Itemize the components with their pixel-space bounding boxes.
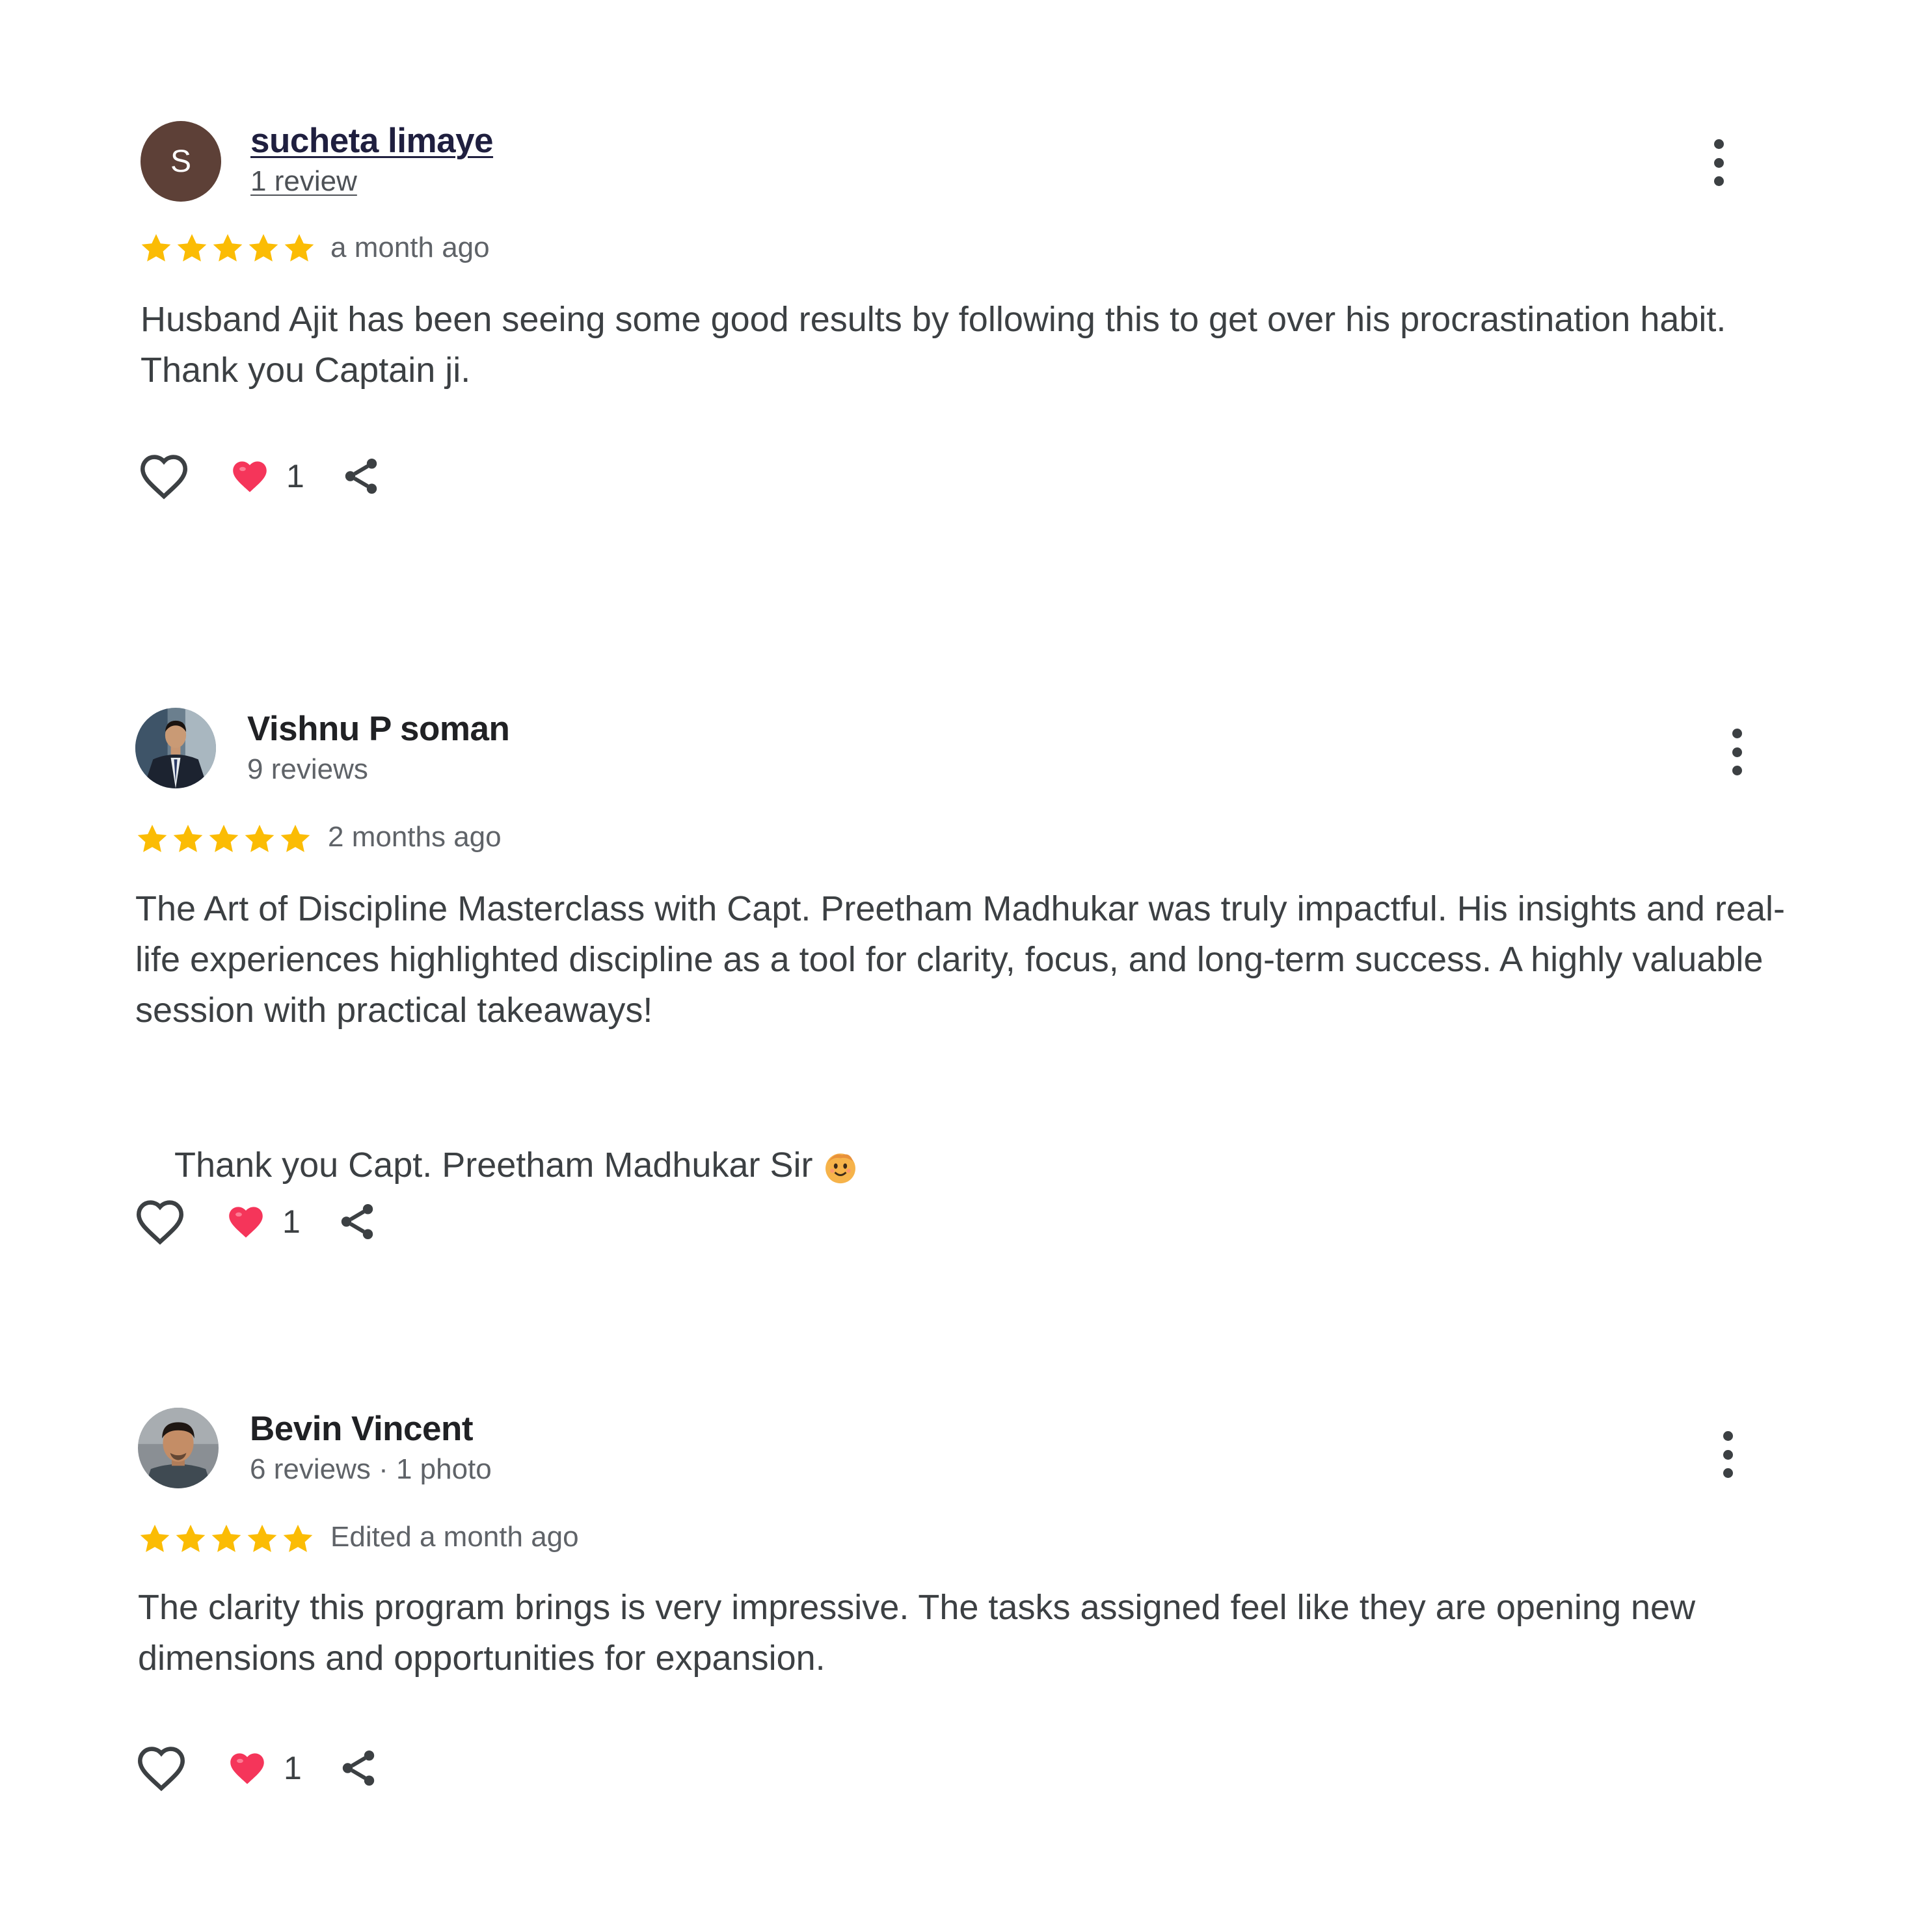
star-icon <box>209 824 239 852</box>
heart-outline-icon <box>137 1747 185 1791</box>
share-icon <box>342 1751 375 1786</box>
reviewer-name[interactable]: sucheta limaye <box>250 121 494 161</box>
heart-outline-icon <box>136 1200 184 1245</box>
reaction-count: 1 <box>282 1203 301 1240</box>
reaction-summary[interactable]: 1 <box>226 1203 301 1241</box>
review-time: 2 months ago <box>328 821 502 853</box>
profile-photo <box>138 1408 219 1488</box>
heart-reaction-icon <box>233 461 267 492</box>
reaction-count: 1 <box>286 458 304 494</box>
review-text-line: Thank you Capt. Preetham Madhukar Sir <box>174 1146 813 1185</box>
star-icon <box>248 234 278 262</box>
review-actions: 1 <box>138 453 382 500</box>
more-dot-icon <box>1713 139 1724 149</box>
star-rating <box>138 1522 315 1556</box>
star-rating <box>135 822 312 856</box>
star-icon <box>284 234 314 262</box>
heart-reaction-icon <box>229 1207 263 1238</box>
star-icon <box>211 1524 241 1552</box>
reviewer-meta[interactable]: 9 reviews <box>247 753 368 786</box>
share-icon <box>345 459 377 494</box>
more-options-button[interactable] <box>1706 137 1732 189</box>
reaction-count: 1 <box>284 1750 302 1786</box>
more-dot-icon <box>1732 766 1742 775</box>
reaction-summary[interactable]: 1 <box>230 457 304 495</box>
more-dot-icon <box>1713 176 1724 186</box>
review-text-closing: Thank you Capt. Preetham Madhukar Sir <box>135 1089 1801 1241</box>
more-dot-icon <box>1723 1449 1733 1460</box>
more-dot-icon <box>1732 747 1742 757</box>
review-text: The Art of Discipline Masterclass with C… <box>135 889 1785 1030</box>
review-time: a month ago <box>330 232 490 263</box>
like-button[interactable] <box>138 453 190 500</box>
avatar-letter: S <box>170 144 191 179</box>
share-button[interactable] <box>340 453 382 499</box>
smiling-face-emoji-icon <box>822 1149 859 1187</box>
star-icon <box>245 824 275 852</box>
heart-outline-icon <box>140 455 188 500</box>
more-dot-icon <box>1723 1431 1733 1441</box>
star-rating <box>139 232 316 265</box>
reviewer-meta[interactable]: 6 reviews · 1 photo <box>250 1453 492 1486</box>
more-options-button[interactable] <box>1724 726 1750 778</box>
star-icon <box>280 824 310 852</box>
reaction-summary[interactable]: 1 <box>228 1749 302 1787</box>
star-icon <box>173 824 203 852</box>
star-icon <box>140 1524 170 1552</box>
star-icon <box>213 234 243 262</box>
more-options-button[interactable] <box>1715 1429 1741 1481</box>
avatar[interactable]: S <box>141 121 221 202</box>
more-dot-icon <box>1732 729 1742 738</box>
reviewer-meta[interactable]: 1 review <box>250 165 357 198</box>
star-icon <box>176 1524 206 1552</box>
star-icon <box>247 1524 277 1552</box>
review-time: Edited a month ago <box>330 1521 579 1553</box>
reviewer-name[interactable]: Bevin Vincent <box>250 1409 474 1449</box>
review-actions: 1 <box>135 1745 380 1791</box>
avatar[interactable] <box>135 708 216 788</box>
avatar[interactable] <box>138 1408 219 1488</box>
reviewer-name[interactable]: Vishnu P soman <box>247 709 510 749</box>
share-button[interactable] <box>336 1199 379 1244</box>
like-button[interactable] <box>135 1745 187 1791</box>
review-text: The clarity this program brings is very … <box>138 1588 1706 1678</box>
star-icon <box>137 824 167 852</box>
profile-photo <box>135 708 216 788</box>
review-text: Husband Ajit has been seeing some good r… <box>141 300 1736 390</box>
review-actions: 1 <box>134 1198 379 1245</box>
star-icon <box>177 234 207 262</box>
heart-reaction-icon <box>230 1753 264 1784</box>
star-icon <box>283 1524 313 1552</box>
share-button[interactable] <box>337 1745 380 1791</box>
star-icon <box>141 234 171 262</box>
more-dot-icon <box>1713 157 1724 168</box>
share-icon <box>341 1204 373 1239</box>
like-button[interactable] <box>134 1198 186 1245</box>
more-dot-icon <box>1723 1468 1733 1478</box>
